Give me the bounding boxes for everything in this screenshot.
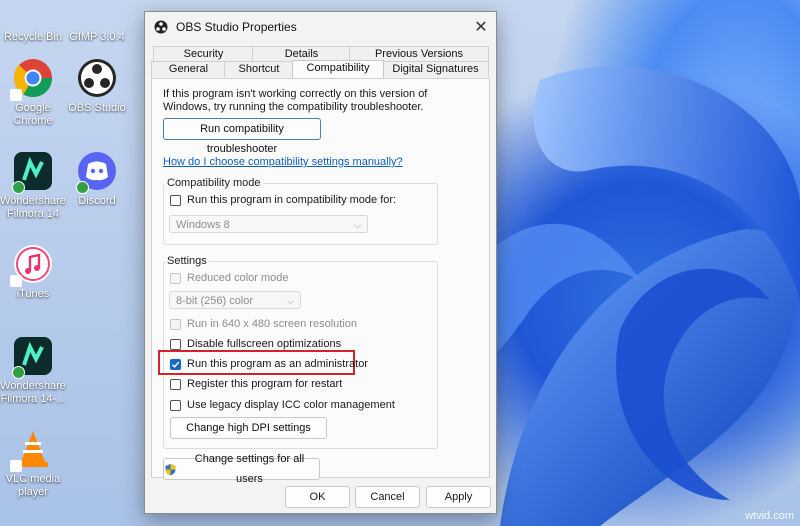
- desktop-icon-recycle-bin[interactable]: Recycle Bin: [0, 0, 66, 44]
- dialog-title: OBS Studio Properties: [176, 20, 297, 34]
- properties-dialog: OBS Studio Properties ✕ Security Details…: [144, 11, 497, 514]
- apply-button[interactable]: Apply: [426, 486, 491, 508]
- compatibility-panel: If this program isn't working correctly …: [151, 78, 490, 485]
- icon-label: GIMP 3.0.4: [69, 31, 125, 43]
- icon-label: OBS Studio: [68, 102, 126, 114]
- shortcut-arrow-icon: [10, 460, 22, 472]
- chrome-icon: [10, 57, 54, 101]
- os-version-value: Windows 8: [176, 219, 230, 231]
- legacy-icc-checkbox[interactable]: [170, 399, 181, 411]
- icon-label: Google Chrome: [13, 102, 53, 127]
- title-bar[interactable]: OBS Studio Properties ✕: [145, 12, 496, 42]
- change-all-users-text: Change settings for all users: [194, 453, 305, 485]
- checkmark-icon: [171, 361, 180, 368]
- settings-label: Settings: [165, 255, 209, 267]
- tab-digital-signatures[interactable]: Digital Signatures: [382, 61, 489, 77]
- sync-check-icon: [12, 181, 25, 194]
- icon-label: VLC media player: [5, 473, 61, 498]
- tab-security[interactable]: Security: [153, 46, 254, 62]
- shortcut-arrow-icon: [10, 275, 22, 287]
- desktop-icon-filmora[interactable]: Wondershare Filmora 14: [0, 150, 66, 221]
- res-640-row[interactable]: Run in 640 x 480 screen resolution: [170, 318, 357, 330]
- register-restart-checkbox[interactable]: [170, 378, 181, 390]
- watermark: wtvid.com: [745, 510, 794, 522]
- sync-check-icon: [12, 366, 25, 379]
- legacy-icc-text: Use legacy display ICC color management: [187, 399, 395, 411]
- chevron-down-icon: ⌵: [354, 220, 361, 230]
- help-link[interactable]: How do I choose compatibility settings m…: [163, 156, 403, 168]
- icon-label: Wondershare Filmora 14-...: [0, 380, 66, 405]
- icon-label: Recycle Bin: [3, 31, 63, 43]
- wallpaper-swirl: [480, 66, 800, 526]
- compat-mode-checkbox[interactable]: [170, 194, 181, 206]
- disable-fullscreen-row[interactable]: Disable fullscreen optimizations: [170, 338, 341, 350]
- run-as-admin-checkbox[interactable]: [170, 358, 181, 370]
- register-restart-text: Register this program for restart: [187, 378, 343, 390]
- color-mode-select[interactable]: 8-bit (256) color ⌵: [169, 291, 301, 309]
- os-version-select[interactable]: Windows 8 ⌵: [169, 215, 368, 233]
- disable-fullscreen-text: Disable fullscreen optimizations: [187, 338, 342, 350]
- filmora-icon: [12, 150, 54, 194]
- intro-text: If this program isn't working correctly …: [163, 88, 428, 113]
- compat-mode-text: Run this program in compatibility mode f…: [187, 194, 397, 206]
- change-dpi-button[interactable]: Change high DPI settings: [170, 417, 327, 439]
- chevron-down-icon: ⌵: [287, 296, 294, 306]
- filmora-icon: [12, 335, 54, 379]
- legacy-icc-row[interactable]: Use legacy display ICC color management: [170, 399, 395, 411]
- close-icon: ✕: [474, 19, 488, 36]
- color-mode-value: 8-bit (256) color: [176, 295, 254, 307]
- itunes-icon: [10, 243, 54, 287]
- icon-label: iTunes: [16, 288, 50, 300]
- run-as-admin-row[interactable]: Run this program as an administrator: [170, 358, 368, 370]
- disable-fullscreen-checkbox[interactable]: [170, 338, 181, 350]
- run-troubleshooter-button[interactable]: Run compatibility troubleshooter: [163, 118, 321, 155]
- sync-check-icon: [76, 181, 89, 194]
- res-640-text: Run in 640 x 480 screen resolution: [187, 318, 357, 330]
- desktop-icon-filmora-2[interactable]: Wondershare Filmora 14-...: [0, 335, 66, 406]
- reduced-color-row[interactable]: Reduced color mode: [170, 272, 289, 284]
- desktop-icon-discord[interactable]: Discord: [64, 150, 130, 208]
- desktop-icon-obs[interactable]: OBS Studio: [64, 57, 130, 115]
- compat-mode-row[interactable]: Run this program in compatibility mode f…: [170, 194, 396, 206]
- uac-shield-icon: [165, 463, 176, 475]
- obs-icon: [154, 20, 168, 34]
- tab-strip: Security Details Previous Versions Gener…: [151, 46, 489, 78]
- register-restart-row[interactable]: Register this program for restart: [170, 378, 342, 390]
- tab-compatibility[interactable]: Compatibility: [292, 60, 384, 78]
- discord-icon: [76, 150, 118, 194]
- reduced-color-text: Reduced color mode: [187, 272, 289, 284]
- run-as-admin-text: Run this program as an administrator: [187, 358, 368, 370]
- change-all-users-button[interactable]: Change settings for all users: [163, 453, 320, 485]
- desktop-icon-gimp[interactable]: GIMP 3.0.4: [64, 0, 130, 44]
- close-button[interactable]: ✕: [466, 12, 496, 42]
- vlc-icon: [10, 428, 54, 472]
- ok-button[interactable]: OK: [285, 486, 350, 508]
- recycle-bin-icon: [12, 0, 54, 28]
- shortcut-arrow-icon: [10, 89, 22, 101]
- desktop-icon-chrome[interactable]: Google Chrome: [0, 57, 66, 128]
- tab-shortcut[interactable]: Shortcut: [224, 61, 294, 77]
- tab-general[interactable]: General: [151, 61, 226, 77]
- cancel-button[interactable]: Cancel: [355, 486, 420, 508]
- res-640-checkbox[interactable]: [170, 318, 181, 330]
- reduced-color-checkbox[interactable]: [170, 272, 181, 284]
- gimp-icon: [76, 0, 118, 28]
- compatibility-mode-label: Compatibility mode: [165, 177, 263, 189]
- desktop-icon-vlc[interactable]: VLC media player: [0, 428, 66, 499]
- desktop-icon-itunes[interactable]: iTunes: [0, 243, 66, 301]
- compatibility-mode-group: [163, 183, 438, 245]
- icon-label: Discord: [78, 195, 116, 207]
- icon-label: Wondershare Filmora 14: [0, 195, 66, 220]
- obs-icon: [76, 57, 118, 99]
